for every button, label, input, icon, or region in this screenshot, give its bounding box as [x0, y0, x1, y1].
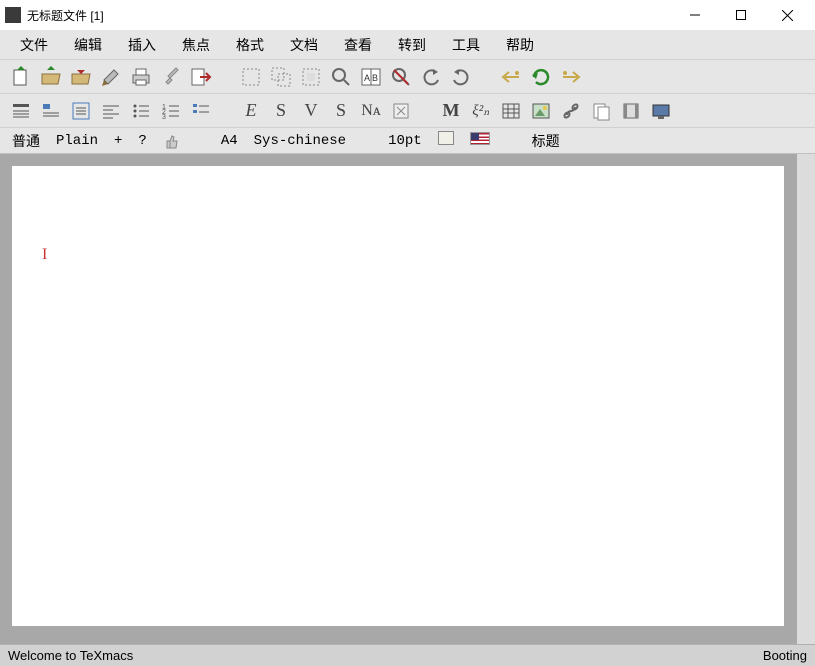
mode-plain[interactable]: Plain — [52, 131, 102, 151]
cut-button[interactable] — [238, 64, 264, 90]
content-area: I — [0, 154, 815, 644]
format-toolbar: 123 E S V S Nᴀ M ξ²ₙ — [0, 94, 815, 128]
section-button[interactable] — [8, 98, 34, 124]
presentation-button[interactable] — [648, 98, 674, 124]
paste-button[interactable] — [298, 64, 324, 90]
copy-button[interactable] — [268, 64, 294, 90]
verbatim-button[interactable]: V — [298, 98, 324, 124]
math-button[interactable]: M — [438, 98, 464, 124]
document-page[interactable]: I — [12, 166, 784, 626]
mode-plus-icon[interactable]: + — [110, 131, 126, 151]
nav-back-button[interactable] — [498, 64, 524, 90]
app-icon — [5, 7, 21, 23]
font-size[interactable]: 10pt — [384, 131, 426, 151]
save-button[interactable] — [68, 64, 94, 90]
description-button[interactable] — [188, 98, 214, 124]
theorem-button[interactable] — [38, 98, 64, 124]
link-button[interactable] — [558, 98, 584, 124]
image-button[interactable] — [528, 98, 554, 124]
menu-insert[interactable]: 插入 — [118, 31, 166, 59]
menu-file[interactable]: 文件 — [10, 31, 58, 59]
status-bar: Welcome to TeXmacs Booting — [0, 644, 815, 666]
enumerate-button[interactable]: 123 — [158, 98, 184, 124]
titlebar: 无标题文件 [1] — [0, 0, 815, 30]
redo-button[interactable] — [448, 64, 474, 90]
thumbs-up-icon[interactable] — [159, 131, 183, 151]
nav-forward-button[interactable] — [558, 64, 584, 90]
menubar: 文件 编辑 插入 焦点 格式 文档 查看 转到 工具 帮助 — [0, 30, 815, 60]
window-title: 无标题文件 [1] — [27, 7, 104, 24]
spellcheck-button[interactable] — [388, 64, 414, 90]
paper-size[interactable]: A4 — [217, 131, 242, 151]
sample-button[interactable]: S — [328, 98, 354, 124]
align-left-button[interactable] — [98, 98, 124, 124]
menu-help[interactable]: 帮助 — [496, 31, 544, 59]
close-button[interactable] — [764, 0, 810, 30]
emphasize-button[interactable]: E — [238, 98, 264, 124]
menu-focus[interactable]: 焦点 — [172, 31, 220, 59]
build-button[interactable] — [98, 64, 124, 90]
flag-icon[interactable] — [466, 130, 494, 152]
maximize-button[interactable] — [718, 0, 764, 30]
status-left: Welcome to TeXmacs — [8, 648, 133, 663]
name-button[interactable]: Nᴀ — [358, 98, 384, 124]
background-swatch[interactable] — [434, 129, 458, 152]
proof-button[interactable] — [68, 98, 94, 124]
animation-button[interactable] — [618, 98, 644, 124]
menu-edit[interactable]: 编辑 — [64, 31, 112, 59]
svg-text:3: 3 — [162, 114, 166, 121]
clipboard-button[interactable] — [588, 98, 614, 124]
mode-help-icon[interactable]: ? — [134, 131, 150, 151]
mode-bar: 普通 Plain + ? A4 Sys-chinese 10pt 标题 — [0, 128, 815, 154]
program-button[interactable]: ξ²ₙ — [468, 98, 494, 124]
menu-tools[interactable]: 工具 — [442, 31, 490, 59]
svg-text:A: A — [364, 73, 370, 83]
mode-normal[interactable]: 普通 — [8, 129, 44, 153]
replace-button[interactable]: AB — [358, 64, 384, 90]
menu-document[interactable]: 文档 — [280, 31, 328, 59]
delete-button[interactable] — [388, 98, 414, 124]
language-select[interactable]: Sys-chinese — [250, 131, 350, 151]
print-button[interactable] — [128, 64, 154, 90]
open-file-button[interactable] — [38, 64, 64, 90]
undo-button[interactable] — [418, 64, 444, 90]
settings-button[interactable] — [158, 64, 184, 90]
status-right: Booting — [763, 648, 807, 663]
menu-goto[interactable]: 转到 — [388, 31, 436, 59]
svg-text:B: B — [372, 73, 378, 83]
strong-button[interactable]: S — [268, 98, 294, 124]
menu-view[interactable]: 查看 — [334, 31, 382, 59]
menu-format[interactable]: 格式 — [226, 31, 274, 59]
new-file-button[interactable] — [8, 64, 34, 90]
export-button[interactable] — [188, 64, 214, 90]
main-toolbar: AB — [0, 60, 815, 94]
itemize-button[interactable] — [128, 98, 154, 124]
vertical-scrollbar[interactable] — [797, 154, 815, 644]
text-cursor: I — [42, 246, 43, 262]
minimize-button[interactable] — [672, 0, 718, 30]
title-field[interactable]: 标题 — [528, 129, 564, 153]
table-button[interactable] — [498, 98, 524, 124]
find-button[interactable] — [328, 64, 354, 90]
reload-button[interactable] — [528, 64, 554, 90]
